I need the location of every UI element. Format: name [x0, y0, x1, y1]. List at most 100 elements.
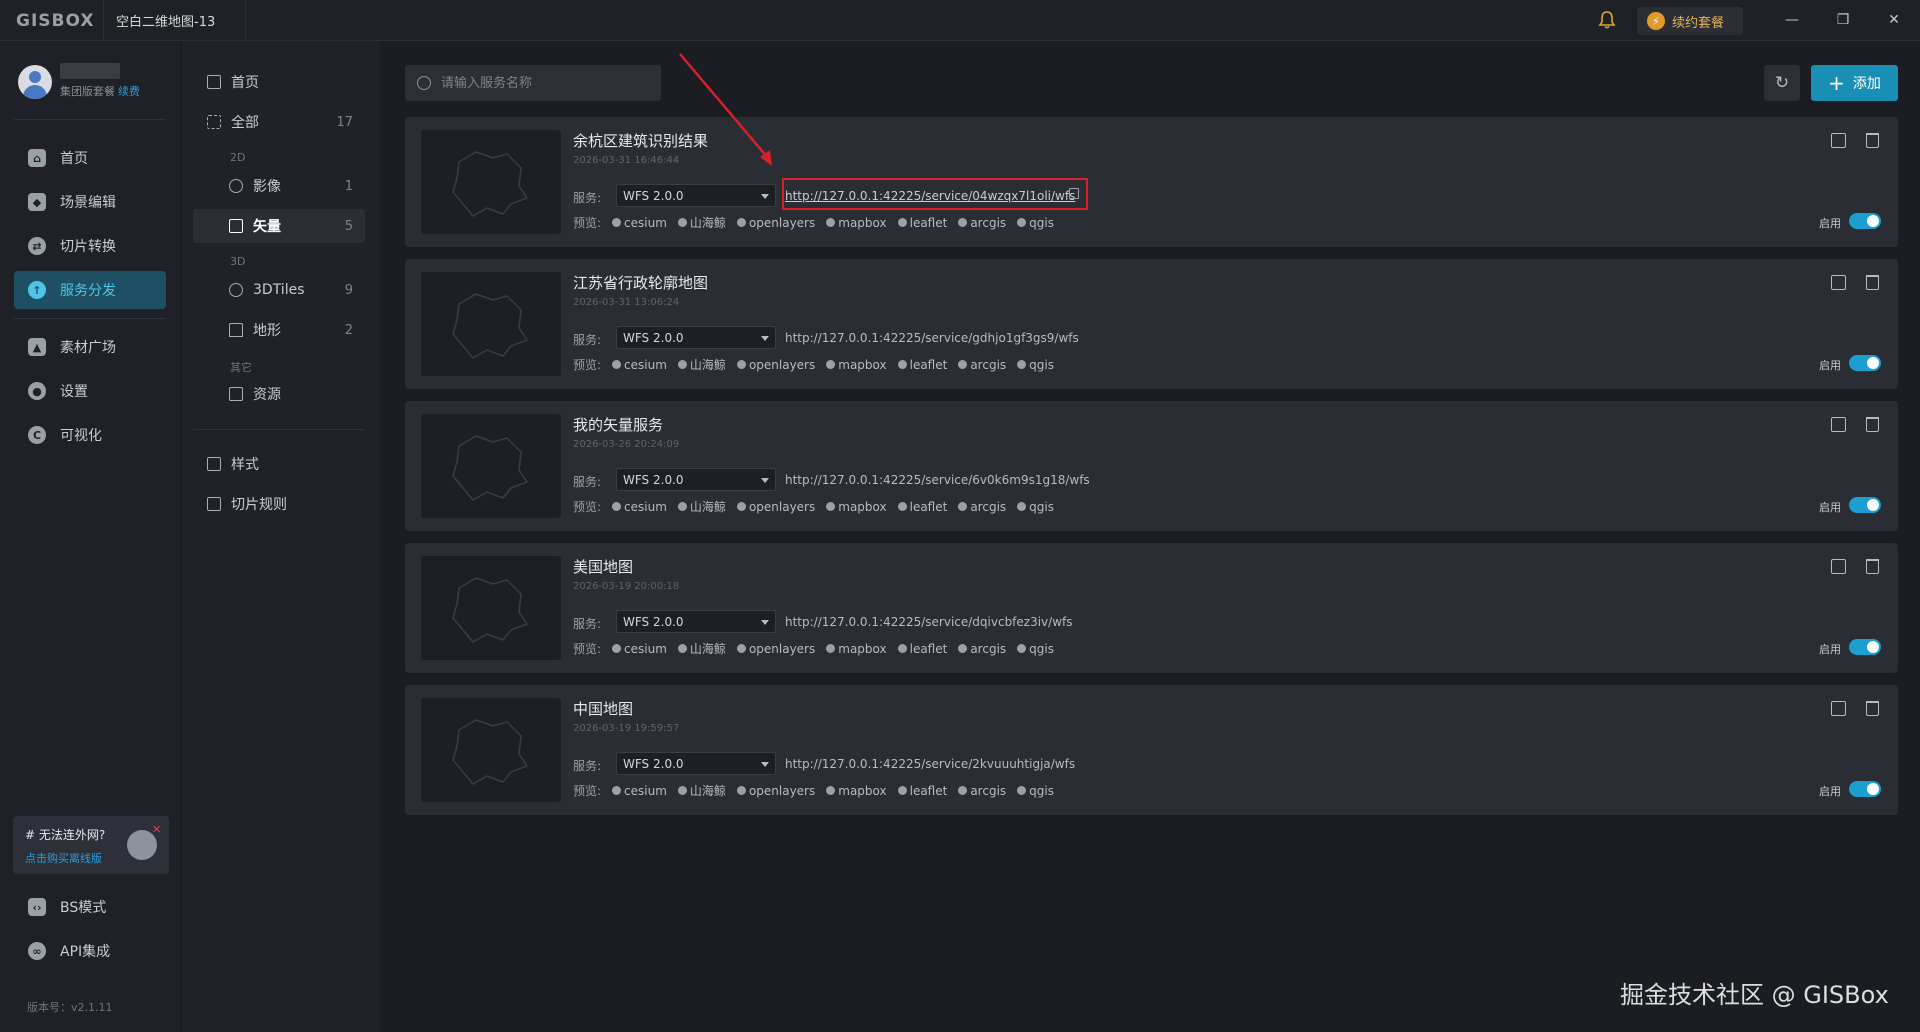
enable-toggle[interactable] — [1849, 213, 1881, 229]
preview-qgis-link[interactable]: qgis — [1017, 358, 1054, 372]
enable-toggle[interactable] — [1849, 781, 1881, 797]
preview-shanhaijing-link[interactable]: 山海鲸 — [677, 214, 726, 231]
service-version-select[interactable]: WFS 2.0.0 — [616, 326, 776, 349]
enable-toggle[interactable] — [1849, 355, 1881, 371]
nav-item-home[interactable]: ⌂ 首页 — [14, 139, 166, 177]
preview-qgis-link[interactable]: qgis — [1017, 216, 1054, 230]
close-icon[interactable]: ✕ — [152, 823, 161, 836]
preview-leaflet-link[interactable]: leaflet — [897, 216, 947, 230]
category-imagery[interactable]: 影像 1 — [193, 169, 365, 203]
preview-openlayers-link[interactable]: openlayers — [736, 642, 815, 656]
trash-icon[interactable] — [1866, 133, 1879, 148]
preview-cesium-link[interactable]: cesium — [612, 642, 667, 656]
preview-openlayers-link[interactable]: openlayers — [736, 784, 815, 798]
preview-arcgis-link[interactable]: arcgis — [958, 784, 1006, 798]
nav-item-visualization[interactable]: C 可视化 — [14, 416, 166, 454]
preview-target-label: leaflet — [909, 641, 948, 656]
preview-shanhaijing-link[interactable]: 山海鲸 — [677, 498, 726, 515]
renew-plan-button[interactable]: ⚡ 续约套餐 — [1637, 7, 1743, 35]
service-url[interactable]: http://127.0.0.1:42225/service/2kvuuuhti… — [785, 757, 1075, 771]
nav-item-scene-edit[interactable]: ◆ 场景编辑 — [14, 183, 166, 221]
trash-icon[interactable] — [1866, 701, 1879, 716]
service-card[interactable]: 美国地图 2026-03-19 20:00:18 服务: WFS 2.0.0 h… — [405, 543, 1898, 673]
preview-leaflet-link[interactable]: leaflet — [897, 641, 948, 656]
avatar[interactable] — [18, 65, 52, 99]
preview-mapbox-link[interactable]: mapbox — [826, 216, 887, 230]
service-version-select[interactable]: WFS 2.0.0 — [616, 184, 776, 207]
category-style[interactable]: 样式 — [193, 447, 365, 481]
preview-openlayers-link[interactable]: openlayers — [736, 216, 815, 230]
preview-leaflet-link[interactable]: leaflet — [897, 500, 947, 514]
offline-banner[interactable]: # 无法连外网? 点击购买离线版 ✕ — [13, 816, 169, 874]
preview-leaflet-link[interactable]: leaflet — [897, 784, 947, 798]
service-version-select[interactable]: WFS 2.0.0 — [616, 752, 776, 775]
enable-toggle[interactable] — [1849, 639, 1881, 655]
category-3dtiles[interactable]: 3DTiles 9 — [193, 273, 365, 307]
preview-cesium-link[interactable]: cesium — [612, 500, 667, 514]
add-button[interactable]: + 添加 — [1811, 65, 1898, 101]
preview-shanhaijing-link[interactable]: 山海鲸 — [677, 782, 726, 799]
minimize-button[interactable]: — — [1780, 9, 1804, 31]
service-version-select[interactable]: WFS 2.0.0 — [616, 468, 776, 491]
nav-item-service-publish[interactable]: ↑ 服务分发 — [14, 271, 166, 309]
preview-arcgis-link[interactable]: arcgis — [958, 216, 1006, 230]
service-card[interactable]: 余杭区建筑识别结果 2026-03-31 16:46:44 服务: WFS 2.… — [405, 117, 1898, 247]
trash-icon[interactable] — [1866, 559, 1879, 574]
preview-qgis-link[interactable]: qgis — [1017, 642, 1054, 656]
category-home[interactable]: 首页 — [193, 65, 365, 99]
service-card[interactable]: 中国地图 2026-03-19 19:59:57 服务: WFS 2.0.0 h… — [405, 685, 1898, 815]
edit-icon[interactable] — [1831, 701, 1846, 716]
buy-offline-link[interactable]: 点击购买离线版 — [25, 850, 102, 866]
preview-mapbox-link[interactable]: mapbox — [826, 500, 887, 514]
service-url[interactable]: http://127.0.0.1:42225/service/6v0k6m9s1… — [785, 473, 1090, 487]
renew-link[interactable]: 续费 — [118, 85, 140, 98]
preview-openlayers-link[interactable]: openlayers — [736, 500, 815, 514]
bell-icon[interactable] — [1597, 10, 1617, 30]
search-box[interactable] — [405, 65, 661, 101]
service-card[interactable]: 江苏省行政轮廓地图 2026-03-31 13:06:24 服务: WFS 2.… — [405, 259, 1898, 389]
restore-button[interactable]: ❐ — [1831, 9, 1855, 31]
category-resource[interactable]: 资源 — [193, 377, 365, 411]
user-profile[interactable]: 集团版套餐 续费 — [18, 63, 168, 103]
trash-icon[interactable] — [1866, 275, 1879, 290]
preview-cesium-link[interactable]: cesium — [612, 784, 667, 798]
refresh-button[interactable]: ↻ — [1764, 65, 1800, 101]
preview-openlayers-link[interactable]: openlayers — [736, 358, 815, 372]
trash-icon[interactable] — [1866, 417, 1879, 432]
preview-qgis-link[interactable]: qgis — [1017, 500, 1054, 514]
preview-mapbox-link[interactable]: mapbox — [826, 358, 887, 372]
service-version-select[interactable]: WFS 2.0.0 — [616, 610, 776, 633]
service-card[interactable]: 我的矢量服务 2026-03-26 20:24:09 服务: WFS 2.0.0… — [405, 401, 1898, 531]
preview-mapbox-link[interactable]: mapbox — [826, 642, 887, 656]
preview-arcgis-link[interactable]: arcgis — [958, 500, 1006, 514]
preview-mapbox-link[interactable]: mapbox — [826, 784, 887, 798]
enable-toggle[interactable] — [1849, 497, 1881, 513]
category-terrain[interactable]: 地形 2 — [193, 313, 365, 347]
category-tile-rule[interactable]: 切片规则 — [193, 487, 365, 521]
search-input[interactable] — [441, 75, 641, 91]
service-title: 我的矢量服务 — [573, 416, 664, 434]
service-url[interactable]: http://127.0.0.1:42225/service/dqivcbfez… — [785, 615, 1073, 629]
nav-item-bs-mode[interactable]: ‹› BS模式 — [14, 888, 166, 926]
nav-item-asset-market[interactable]: ▲ 素材广场 — [14, 328, 166, 366]
preview-shanhaijing-link[interactable]: 山海鲸 — [677, 356, 726, 373]
preview-leaflet-link[interactable]: leaflet — [897, 358, 947, 372]
service-url[interactable]: http://127.0.0.1:42225/service/gdhjo1gf3… — [785, 331, 1079, 345]
preview-shanhaijing-link[interactable]: 山海鲸 — [677, 640, 726, 657]
close-button[interactable]: ✕ — [1882, 9, 1906, 31]
preview-cesium-link[interactable]: cesium — [612, 358, 667, 372]
preview-arcgis-link[interactable]: arcgis — [958, 642, 1006, 656]
preview-cesium-link[interactable]: cesium — [612, 216, 667, 230]
nav-item-api[interactable]: ∞ API集成 — [14, 932, 166, 970]
category-vector[interactable]: 矢量 5 — [193, 209, 365, 243]
document-tab[interactable]: 空白二维地图-13 — [103, 0, 246, 41]
preview-qgis-link[interactable]: qgis — [1017, 784, 1054, 798]
preview-arcgis-link[interactable]: arcgis — [958, 358, 1006, 372]
category-all[interactable]: 全部 17 — [193, 105, 365, 139]
edit-icon[interactable] — [1831, 417, 1846, 432]
nav-item-settings[interactable]: ● 设置 — [14, 372, 166, 410]
edit-icon[interactable] — [1831, 559, 1846, 574]
edit-icon[interactable] — [1831, 133, 1846, 148]
nav-item-tile-convert[interactable]: ⇄ 切片转换 — [14, 227, 166, 265]
edit-icon[interactable] — [1831, 275, 1846, 290]
